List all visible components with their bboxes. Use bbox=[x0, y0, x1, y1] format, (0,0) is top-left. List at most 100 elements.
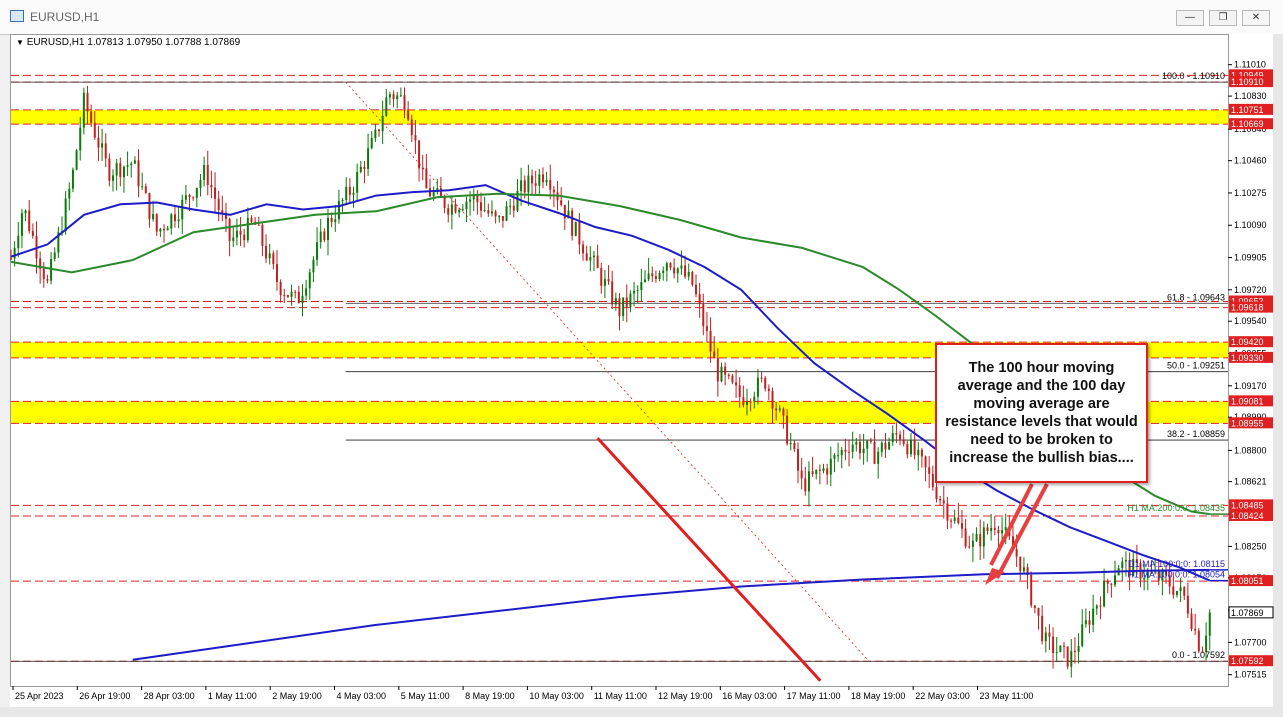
candle-body bbox=[953, 517, 956, 521]
candle-body bbox=[939, 498, 942, 501]
candle-body bbox=[909, 439, 912, 455]
price-box-label: 1.08955 bbox=[1231, 418, 1264, 428]
candle-body bbox=[935, 487, 938, 499]
candle-body bbox=[658, 273, 661, 279]
candle-body bbox=[603, 279, 606, 286]
ma-label: D1 MA:100:0:0: 1.08115 bbox=[1128, 559, 1225, 569]
candle-body bbox=[1030, 574, 1033, 606]
candle-body bbox=[1073, 650, 1076, 652]
candle-body bbox=[1179, 587, 1182, 592]
candle-body bbox=[235, 230, 238, 238]
candle-body bbox=[1201, 651, 1204, 653]
y-tick-label: 1.11010 bbox=[1234, 60, 1266, 70]
candle-body bbox=[971, 540, 974, 547]
symbol-ohlc-header: ▼ EURUSD,H1 1.07813 1.07950 1.07788 1.07… bbox=[16, 37, 240, 48]
candle-body bbox=[585, 253, 588, 261]
candle-body bbox=[1114, 575, 1117, 585]
candle-body bbox=[10, 258, 12, 260]
candle-body bbox=[494, 211, 497, 217]
candle-body bbox=[986, 527, 989, 532]
x-tick-label: 2 May 19:00 bbox=[272, 691, 322, 701]
candle-body bbox=[749, 401, 752, 403]
candle-body bbox=[541, 174, 544, 183]
candle-body bbox=[469, 199, 472, 202]
candle-body bbox=[676, 268, 679, 274]
candle-body bbox=[571, 210, 574, 236]
y-tick-label: 1.10460 bbox=[1234, 156, 1267, 166]
candle-body bbox=[410, 119, 413, 136]
candle-body bbox=[811, 471, 814, 475]
candle-body bbox=[1197, 630, 1200, 652]
candle-body bbox=[920, 449, 923, 457]
candle-body bbox=[946, 503, 949, 521]
candle-body bbox=[250, 217, 253, 222]
x-tick-label: 10 May 03:00 bbox=[529, 691, 584, 701]
x-tick-label: 16 May 03:00 bbox=[722, 691, 777, 701]
candle-body bbox=[177, 219, 180, 222]
candle-body bbox=[232, 237, 235, 241]
y-tick-label: 1.07700 bbox=[1234, 637, 1267, 647]
candle-body bbox=[822, 468, 825, 471]
candle-body bbox=[290, 291, 293, 297]
candle-body bbox=[1208, 612, 1211, 636]
candle-body bbox=[582, 244, 585, 254]
candle-body bbox=[1022, 567, 1025, 572]
candle-body bbox=[257, 224, 260, 226]
candle-body bbox=[370, 138, 373, 149]
candle-body bbox=[498, 216, 501, 218]
candle-body bbox=[403, 95, 406, 111]
x-tick-label: 18 May 19:00 bbox=[851, 691, 906, 701]
candle-body bbox=[1183, 587, 1186, 596]
candle-body bbox=[181, 199, 184, 220]
candle-body bbox=[308, 272, 311, 289]
candle-body bbox=[1081, 624, 1084, 646]
fib-level-label: 38.2 - 1.08859 bbox=[1167, 429, 1225, 439]
candle-body bbox=[869, 440, 872, 442]
candle-body bbox=[119, 163, 122, 178]
candle-body bbox=[184, 195, 187, 200]
candle-body bbox=[399, 95, 402, 97]
candle-body bbox=[786, 415, 789, 444]
candle-body bbox=[283, 295, 286, 297]
candle-body bbox=[275, 264, 278, 282]
candle-body bbox=[64, 198, 67, 231]
candle-body bbox=[691, 271, 694, 285]
candle-body bbox=[1048, 632, 1051, 637]
candle-body bbox=[363, 166, 366, 169]
candle-body bbox=[378, 129, 381, 132]
candle-body bbox=[1124, 560, 1127, 562]
candle-body bbox=[968, 546, 971, 548]
candle-body bbox=[512, 205, 515, 211]
candle-body bbox=[421, 168, 424, 170]
candle-body bbox=[86, 92, 89, 112]
candle-body bbox=[640, 282, 643, 290]
candle-body bbox=[374, 129, 377, 139]
candle-body bbox=[877, 451, 880, 464]
candle-body bbox=[578, 221, 581, 245]
candle-body bbox=[71, 169, 74, 189]
candle-body bbox=[858, 441, 861, 454]
candle-body bbox=[833, 455, 836, 459]
candle-body bbox=[104, 143, 107, 159]
y-tick-label: 1.10830 bbox=[1234, 91, 1267, 101]
candle-body bbox=[767, 388, 770, 392]
candle-body bbox=[760, 377, 763, 379]
candle-body bbox=[108, 158, 111, 181]
candle-body bbox=[490, 211, 493, 214]
candle-body bbox=[917, 449, 920, 456]
candle-body bbox=[844, 449, 847, 452]
candle-body bbox=[316, 242, 319, 260]
price-box-label: 1.09330 bbox=[1231, 353, 1264, 363]
candle-body bbox=[924, 456, 927, 468]
candle-body bbox=[727, 374, 730, 376]
candle-body bbox=[527, 175, 530, 193]
candle-body bbox=[341, 199, 344, 201]
candle-body bbox=[432, 192, 435, 197]
candle-body bbox=[330, 217, 333, 223]
y-tick-label: 1.10090 bbox=[1234, 220, 1267, 230]
candle-body bbox=[837, 455, 840, 457]
candle-body bbox=[239, 230, 242, 235]
candle-body bbox=[82, 92, 85, 128]
collapse-triangle-icon[interactable]: ▼ bbox=[16, 38, 24, 47]
candle-body bbox=[713, 351, 716, 359]
